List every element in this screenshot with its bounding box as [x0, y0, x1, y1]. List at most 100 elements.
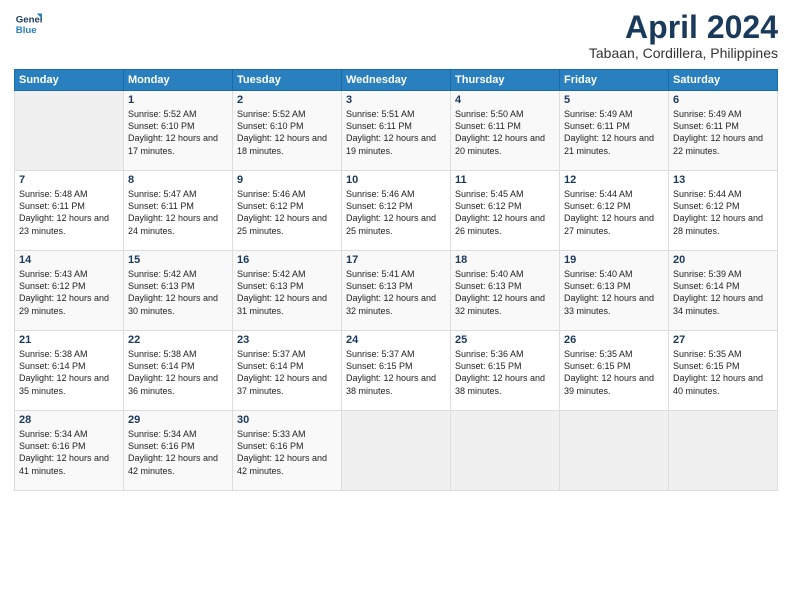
sunset-text: Sunset: 6:10 PM — [237, 120, 337, 132]
day-number: 20 — [673, 254, 773, 266]
location: Tabaan, Cordillera, Philippines — [589, 45, 778, 61]
sunrise-text: Sunrise: 5:40 AM — [564, 268, 664, 280]
cell-day-25: 25Sunrise: 5:36 AMSunset: 6:15 PMDayligh… — [451, 331, 560, 411]
day-number: 13 — [673, 174, 773, 186]
day-number: 19 — [564, 254, 664, 266]
day-number: 4 — [455, 94, 555, 106]
daylight-text: Daylight: 12 hours and 24 minutes. — [128, 212, 228, 236]
sunset-text: Sunset: 6:15 PM — [455, 360, 555, 372]
cell-day-22: 22Sunrise: 5:38 AMSunset: 6:14 PMDayligh… — [124, 331, 233, 411]
header: General Blue General Blue April 2024 Tab… — [14, 10, 778, 61]
sunrise-text: Sunrise: 5:38 AM — [19, 348, 119, 360]
day-number: 10 — [346, 174, 446, 186]
cell-day-17: 17Sunrise: 5:41 AMSunset: 6:13 PMDayligh… — [342, 251, 451, 331]
sunrise-text: Sunrise: 5:45 AM — [455, 188, 555, 200]
daylight-text: Daylight: 12 hours and 28 minutes. — [673, 212, 773, 236]
sunset-text: Sunset: 6:11 PM — [128, 200, 228, 212]
sunset-text: Sunset: 6:16 PM — [19, 440, 119, 452]
cell-day-28: 28Sunrise: 5:34 AMSunset: 6:16 PMDayligh… — [15, 411, 124, 491]
cell-day-18: 18Sunrise: 5:40 AMSunset: 6:13 PMDayligh… — [451, 251, 560, 331]
week-row-3: 14 Sunrise: 5:43 AMSunset: 6:12 PM Dayligh… — [15, 251, 778, 331]
sunrise-text: Sunrise: 5:43 AM — [19, 268, 119, 280]
sunset-text: Sunset: 6:11 PM — [564, 120, 664, 132]
sunrise-text: Sunrise: 5:46 AM — [346, 188, 446, 200]
sunrise-text: Sunrise: 5:42 AM — [128, 268, 228, 280]
cell-day-empty — [669, 411, 778, 491]
sunset-text: Sunset: 6:12 PM — [346, 200, 446, 212]
sunset-text: Sunset: 6:15 PM — [346, 360, 446, 372]
daylight-text: Daylight: 12 hours and 40 minutes. — [673, 372, 773, 396]
daylight-text: Daylight: 12 hours and 30 minutes. — [128, 292, 228, 316]
daylight-text: Daylight: 12 hours and 27 minutes. — [564, 212, 664, 236]
sunrise-text: Sunrise: 5:52 AM — [128, 108, 228, 120]
sunrise-text: Sunrise: 5:46 AM — [237, 188, 337, 200]
cell-day-26: 26Sunrise: 5:35 AMSunset: 6:15 PMDayligh… — [560, 331, 669, 411]
day-number: 7 — [19, 174, 119, 186]
week-row-4: 21Sunrise: 5:38 AMSunset: 6:14 PMDayligh… — [15, 331, 778, 411]
day-number: 3 — [346, 94, 446, 106]
day-number: 12 — [564, 174, 664, 186]
sunset-text: Sunset: 6:13 PM — [346, 280, 446, 292]
cell-day-12: 12 Sunrise: 5:44 AMSunset: 6:12 PMDayligh… — [560, 171, 669, 251]
day-number: 15 — [128, 254, 228, 266]
day-number: 21 — [19, 334, 119, 346]
svg-text:General: General — [16, 14, 42, 25]
day-number: 17 — [346, 254, 446, 266]
header-day-saturday: Saturday — [669, 70, 778, 91]
cell-day-empty — [560, 411, 669, 491]
sunrise-text: Sunrise: 5:37 AM — [237, 348, 337, 360]
sunrise-text: Sunrise: 5:52 AM — [237, 108, 337, 120]
header-day-tuesday: Tuesday — [233, 70, 342, 91]
sunset-text: Sunset: 6:16 PM — [128, 440, 228, 452]
sunrise-text: Sunrise: 5:42 AM — [237, 268, 337, 280]
cell-day-3: 3Sunrise: 5:51 AMSunset: 6:11 PMDaylight… — [342, 91, 451, 171]
sunset-text: Sunset: 6:12 PM — [19, 280, 119, 292]
title-block: April 2024 Tabaan, Cordillera, Philippin… — [589, 10, 778, 61]
daylight-text: Daylight: 12 hours and 25 minutes. — [346, 212, 446, 236]
sunset-text: Sunset: 6:14 PM — [237, 360, 337, 372]
daylight-text: Daylight: 12 hours and 38 minutes. — [346, 372, 446, 396]
svg-text:Blue: Blue — [16, 25, 37, 36]
day-number: 5 — [564, 94, 664, 106]
day-number: 25 — [455, 334, 555, 346]
daylight-text: Daylight: 12 hours and 17 minutes. — [128, 132, 228, 156]
sunset-text: Sunset: 6:11 PM — [19, 200, 119, 212]
sunset-text: Sunset: 6:13 PM — [564, 280, 664, 292]
week-row-1: 1Sunrise: 5:52 AMSunset: 6:10 PMDaylight… — [15, 91, 778, 171]
cell-day-7: 7Sunrise: 5:48 AMSunset: 6:11 PMDaylight… — [15, 171, 124, 251]
cell-day-8: 8Sunrise: 5:47 AMSunset: 6:11 PMDaylight… — [124, 171, 233, 251]
day-number: 26 — [564, 334, 664, 346]
cell-day-19: 19Sunrise: 5:40 AMSunset: 6:13 PMDayligh… — [560, 251, 669, 331]
header-row: SundayMondayTuesdayWednesdayThursdayFrid… — [15, 70, 778, 91]
logo: General Blue General Blue — [14, 10, 42, 38]
sunset-text: Sunset: 6:14 PM — [19, 360, 119, 372]
calendar-table: SundayMondayTuesdayWednesdayThursdayFrid… — [14, 69, 778, 491]
sunrise-text: Sunrise: 5:40 AM — [455, 268, 555, 280]
sunrise-text: Sunrise: 5:35 AM — [673, 348, 773, 360]
daylight-text: Daylight: 12 hours and 37 minutes. — [237, 372, 337, 396]
daylight-text: Daylight: 12 hours and 26 minutes. — [455, 212, 555, 236]
daylight-text: Daylight: 12 hours and 32 minutes. — [455, 292, 555, 316]
sunset-text: Sunset: 6:10 PM — [128, 120, 228, 132]
sunset-text: Sunset: 6:12 PM — [564, 200, 664, 212]
sunset-text: Sunset: 6:14 PM — [128, 360, 228, 372]
daylight-text: Daylight: 12 hours and 23 minutes. — [19, 212, 119, 236]
month-title: April 2024 — [589, 10, 778, 45]
sunset-text: Sunset: 6:13 PM — [128, 280, 228, 292]
daylight-text: Daylight: 12 hours and 35 minutes. — [19, 372, 119, 396]
sunrise-text: Sunrise: 5:49 AM — [564, 108, 664, 120]
cell-day-16: 16Sunrise: 5:42 AMSunset: 6:13 PMDayligh… — [233, 251, 342, 331]
cell-day-9: 9Sunrise: 5:46 AMSunset: 6:12 PMDaylight… — [233, 171, 342, 251]
day-number: 14 — [19, 254, 119, 266]
sunrise-text: Sunrise: 5:41 AM — [346, 268, 446, 280]
sunrise-text: Sunrise: 5:39 AM — [673, 268, 773, 280]
sunrise-text: Sunrise: 5:47 AM — [128, 188, 228, 200]
cell-day-24: 24Sunrise: 5:37 AMSunset: 6:15 PMDayligh… — [342, 331, 451, 411]
sunset-text: Sunset: 6:11 PM — [673, 120, 773, 132]
sunset-text: Sunset: 6:13 PM — [237, 280, 337, 292]
sunset-text: Sunset: 6:13 PM — [455, 280, 555, 292]
sunrise-text: Sunrise: 5:44 AM — [564, 188, 664, 200]
day-number: 22 — [128, 334, 228, 346]
day-number: 9 — [237, 174, 337, 186]
cell-day-29: 29Sunrise: 5:34 AMSunset: 6:16 PMDayligh… — [124, 411, 233, 491]
